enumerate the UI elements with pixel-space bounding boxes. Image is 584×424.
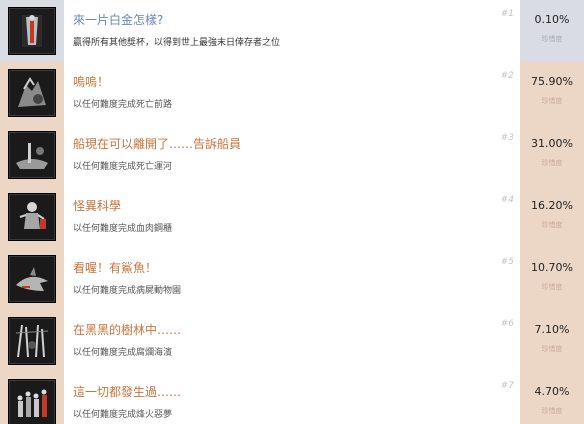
achievement-description: 以任何難度完成烽火惡夢 xyxy=(73,410,173,420)
achievement-title: 這一切都發生過…… xyxy=(73,385,182,399)
achievement-percent-label: 珍惜度 xyxy=(541,221,563,229)
achievement-thumbnail-cell xyxy=(0,248,64,310)
achievement-percent: 4.70% xyxy=(534,385,570,398)
achievement-percent: 10.70% xyxy=(531,261,573,274)
achievement-percent-cell: 75.90% 珍惜度 xyxy=(520,62,584,124)
achievement-title: 看喔！有鯊魚！ xyxy=(73,261,158,275)
achievement-percent-label: 珍惜度 xyxy=(541,97,563,105)
achievement-row[interactable]: 看喔！有鯊魚！ 以任何難度完成病屍動物園 #5 10.70% 珍惜度 xyxy=(0,248,584,310)
achievement-rank: #7 xyxy=(500,381,514,391)
achievement-content: 怪異科學 以任何難度完成血肉鋼櫃 #4 xyxy=(64,186,520,248)
achievement-row[interactable]: 來一片白金怎樣? 贏得所有其他獎杯，以得到世上最強末日倖存者之位 #1 0.10… xyxy=(0,0,584,62)
mad-science-icon xyxy=(8,193,56,241)
achievement-title: 怪異科學 xyxy=(73,199,122,213)
achievement-percent-label: 珍惜度 xyxy=(541,283,563,291)
achievement-percent: 16.20% xyxy=(531,199,573,212)
achievement-row[interactable]: 這一切都發生過…… 以任何難度完成烽火惡夢 #7 4.70% 珍惜度 xyxy=(0,372,584,424)
achievement-content: 看喔！有鯊魚！ 以任何難度完成病屍動物園 #5 xyxy=(64,248,520,310)
achievement-rank: #4 xyxy=(500,195,514,205)
achievement-description: 贏得所有其他獎杯，以得到世上最強末日倖存者之位 xyxy=(73,38,281,48)
achievement-percent-cell: 0.10% 珍惜度 xyxy=(520,0,584,62)
achievement-percent-label: 珍惜度 xyxy=(541,345,563,353)
achievement-content: 在黑黑的樹林中…… 以任何難度完成腐爛海濱 #6 xyxy=(64,310,520,372)
achievement-percent-label: 珍惜度 xyxy=(541,407,563,415)
achievement-title: 來一片白金怎樣? xyxy=(73,13,164,27)
achievement-row[interactable]: 怪異科學 以任何難度完成血肉鋼櫃 #4 16.20% 珍惜度 xyxy=(0,186,584,248)
achievement-content: 船現在可以離開了……告訴船員 以任何難度完成死亡運河 #3 xyxy=(64,124,520,186)
achievement-percent-label: 珍惜度 xyxy=(541,159,563,167)
achievement-percent-cell: 4.70% 珍惜度 xyxy=(520,372,584,424)
achievement-percent: 75.90% xyxy=(531,75,573,88)
achievement-percent: 0.10% xyxy=(534,13,570,26)
achievement-description: 以任何難度完成死亡前路 xyxy=(73,100,173,110)
achievement-percent-label: 珍惜度 xyxy=(541,35,563,43)
zombie-hand-icon xyxy=(8,69,56,117)
achievement-percent: 7.10% xyxy=(534,323,570,336)
achievement-list: 來一片白金怎樣? 贏得所有其他獎杯，以得到世上最強末日倖存者之位 #1 0.10… xyxy=(0,0,584,424)
crowd-figures-icon xyxy=(8,379,56,424)
achievement-thumbnail-cell xyxy=(0,124,64,186)
achievement-percent-cell: 7.10% 珍惜度 xyxy=(520,310,584,372)
achievement-description: 以任何難度完成腐爛海濱 xyxy=(73,348,173,358)
achievement-row[interactable]: 在黑黑的樹林中…… 以任何難度完成腐爛海濱 #6 7.10% 珍惜度 xyxy=(0,310,584,372)
achievement-percent-cell: 31.00% 珍惜度 xyxy=(520,124,584,186)
achievement-description: 以任何難度完成病屍動物園 xyxy=(73,286,182,296)
achievement-rank: #2 xyxy=(500,71,514,81)
achievement-thumbnail-cell xyxy=(0,0,64,62)
achievement-thumbnail-cell xyxy=(0,186,64,248)
achievement-thumbnail-cell xyxy=(0,372,64,424)
achievement-percent-cell: 16.20% 珍惜度 xyxy=(520,186,584,248)
achievement-title: 嗚嗚！ xyxy=(73,75,110,89)
achievement-content: 嗚嗚！ 以任何難度完成死亡前路 #2 xyxy=(64,62,520,124)
achievement-title: 船現在可以離開了……告訴船員 xyxy=(73,137,242,151)
achievement-percent: 31.00% xyxy=(531,137,573,150)
achievement-rank: #5 xyxy=(500,257,514,267)
shark-icon xyxy=(8,255,56,303)
achievement-thumbnail-cell xyxy=(0,62,64,124)
achievement-rank: #1 xyxy=(500,9,514,19)
achievement-thumbnail-cell xyxy=(0,310,64,372)
swamp-boat-icon xyxy=(8,131,56,179)
platinum-trophy-icon xyxy=(8,7,56,55)
achievement-description: 以任何難度完成死亡運河 xyxy=(73,162,173,172)
achievement-description: 以任何難度完成血肉鋼櫃 xyxy=(73,224,173,234)
achievement-percent-cell: 10.70% 珍惜度 xyxy=(520,248,584,310)
achievement-title: 在黑黑的樹林中…… xyxy=(73,323,182,337)
achievement-row[interactable]: 船現在可以離開了……告訴船員 以任何難度完成死亡運河 #3 31.00% 珍惜度 xyxy=(0,124,584,186)
achievement-content: 來一片白金怎樣? 贏得所有其他獎杯，以得到世上最強末日倖存者之位 #1 xyxy=(64,0,520,62)
achievement-rank: #6 xyxy=(500,319,514,329)
achievement-content: 這一切都發生過…… 以任何難度完成烽火惡夢 #7 xyxy=(64,372,520,424)
dark-woods-icon xyxy=(8,317,56,365)
achievement-rank: #3 xyxy=(500,133,514,143)
achievement-row[interactable]: 嗚嗚！ 以任何難度完成死亡前路 #2 75.90% 珍惜度 xyxy=(0,62,584,124)
